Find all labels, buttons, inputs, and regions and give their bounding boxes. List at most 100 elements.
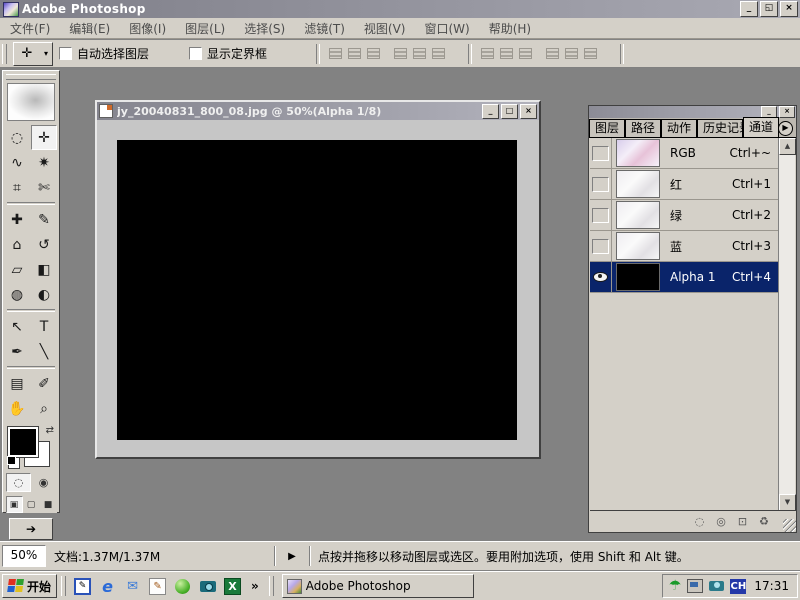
type-tool[interactable]: T [31,314,57,339]
history-brush-tool[interactable]: ↺ [31,232,57,257]
crop-tool[interactable]: ⌗ [4,175,30,200]
swap-colors-icon[interactable]: ⇄ [46,425,54,436]
minimize-button[interactable]: _ [740,1,758,17]
start-button[interactable]: 开始 [2,574,57,598]
jump-to-imageready-button[interactable]: ➔ [9,518,53,540]
show-desktop-icon[interactable]: ✎ [74,578,91,595]
auto-select-layer-option[interactable]: 自动选择图层 [59,45,149,62]
palette-resize-grip[interactable] [783,519,796,532]
status-menu-arrow-icon[interactable]: ▶ [275,546,310,566]
menu-item-filter[interactable]: 滤镜(T) [304,20,345,37]
show-bounding-box-checkbox[interactable] [189,47,202,60]
fullscreen-mode-button[interactable]: ■ [40,496,57,513]
menu-item-help[interactable]: 帮助(H) [489,20,531,37]
quick-launch-grip[interactable] [61,576,66,596]
quick-launch-more-chevron[interactable]: » [249,579,261,593]
visibility-toggle[interactable] [590,138,612,168]
standard-mode-button[interactable]: ◌ [6,473,31,492]
internet-explorer-icon[interactable]: e [99,578,116,595]
channel-thumbnail[interactable] [616,201,660,229]
empty-eye-box[interactable] [592,208,609,223]
elliptical-marquee-tool[interactable]: ◌ [4,125,30,150]
tab-channels[interactable]: 通道 [743,117,779,137]
channel-row-alpha1[interactable]: Alpha 1 Ctrl+4 [590,262,779,293]
channel-thumbnail[interactable] [616,170,660,198]
restore-button[interactable]: ◱ [760,1,778,17]
slice-tool[interactable]: ✄ [31,175,57,200]
dodge-tool[interactable]: ◐ [31,282,57,307]
clock[interactable]: 17:31 [752,579,789,593]
brush-tool[interactable]: ✎ [31,207,57,232]
doc-maximize-button[interactable]: □ [501,104,518,119]
network-computer-icon[interactable] [687,579,703,593]
tab-paths[interactable]: 路径 [625,119,661,137]
image-canvas[interactable] [117,140,517,440]
excel-icon[interactable]: X [224,578,241,595]
doc-minimize-button[interactable]: _ [482,104,499,119]
menu-item-window[interactable]: 窗口(W) [424,20,469,37]
photoshop-doc-icon[interactable]: ✎ [149,578,166,595]
channel-row-rgb[interactable]: RGB Ctrl+~ [590,138,779,169]
hand-tool[interactable]: ✋ [4,396,30,421]
task-area-grip[interactable] [269,576,274,596]
menu-item-view[interactable]: 视图(V) [364,20,406,37]
input-method-indicator[interactable]: CH [730,579,746,594]
channel-row-blue[interactable]: 蓝 Ctrl+3 [590,231,779,262]
options-bar-grip[interactable] [2,44,7,64]
menu-item-image[interactable]: 图像(I) [129,20,166,37]
save-selection-as-channel-icon[interactable]: ◎ [716,516,726,527]
channel-thumbnail[interactable] [616,263,660,291]
default-colors-icon[interactable] [8,457,20,469]
menu-item-edit[interactable]: 编辑(E) [69,20,110,37]
doc-close-button[interactable]: × [520,104,537,119]
channel-row-red[interactable]: 红 Ctrl+1 [590,169,779,200]
visibility-toggle[interactable] [590,169,612,199]
app-title-bar[interactable]: Adobe Photoshop _ ◱ × [0,0,800,18]
channel-name[interactable]: 蓝 [664,238,732,255]
document-title-bar[interactable]: jy_20040831_800_08.jpg @ 50%(Alpha 1/8) … [97,102,539,120]
empty-eye-box[interactable] [592,239,609,254]
palette-scrollbar[interactable]: ▲ ▼ [778,138,795,511]
menu-item-file[interactable]: 文件(F) [10,20,50,37]
gradient-tool[interactable]: ◧ [31,257,57,282]
photoshop-task-button[interactable]: Adobe Photoshop [282,574,474,598]
visibility-toggle[interactable] [590,231,612,261]
close-button[interactable]: × [780,1,798,17]
tab-history[interactable]: 历史记录 [697,119,743,137]
chevron-down-icon[interactable]: ▾ [40,43,52,65]
channel-thumbnail[interactable] [616,139,660,167]
healing-brush-tool[interactable]: ✚ [4,207,30,232]
channel-row-green[interactable]: 绿 Ctrl+2 [590,200,779,231]
show-bounding-box-option[interactable]: 显示定界框 [189,45,267,62]
menu-item-select[interactable]: 选择(S) [244,20,285,37]
antivirus-umbrella-icon[interactable]: ☂ [669,579,682,593]
scroll-down-icon[interactable]: ▼ [779,494,796,511]
photoshop-feather-logo[interactable] [7,83,55,121]
toolbox-grip[interactable] [6,74,56,80]
palette-close-button[interactable]: × [779,106,795,118]
move-tool[interactable]: ✛ [31,125,57,150]
menu-item-layer[interactable]: 图层(L) [185,20,225,37]
fullscreen-with-menu-button[interactable]: ▢ [23,496,40,513]
new-channel-icon[interactable]: ⊡ [738,516,747,527]
pen-tool[interactable]: ✒ [4,339,30,364]
zoom-level-input[interactable]: 50% [2,545,46,567]
channel-name[interactable]: Alpha 1 [664,270,732,284]
line-tool[interactable]: ╲ [31,339,57,364]
channel-name[interactable]: RGB [664,146,730,160]
empty-eye-box[interactable] [592,177,609,192]
tool-preset-picker[interactable]: ✛ ▾ [13,42,53,66]
tab-layers[interactable]: 图层 [589,119,625,137]
eraser-tool[interactable]: ▱ [4,257,30,282]
channel-name[interactable]: 绿 [664,207,732,224]
auto-select-layer-checkbox[interactable] [59,47,72,60]
standard-screen-mode-button[interactable]: ▣ [6,496,23,513]
outlook-express-icon[interactable]: ✉ [124,578,141,595]
lasso-tool[interactable]: ∿ [4,150,30,175]
tab-actions[interactable]: 动作 [661,119,697,137]
path-selection-tool[interactable]: ↖ [4,314,30,339]
tray-camera-icon[interactable] [709,581,724,591]
channel-name[interactable]: 红 [664,176,732,193]
foreground-color-swatch[interactable] [8,427,38,457]
quick-mask-mode-button[interactable]: ◉ [31,473,56,492]
